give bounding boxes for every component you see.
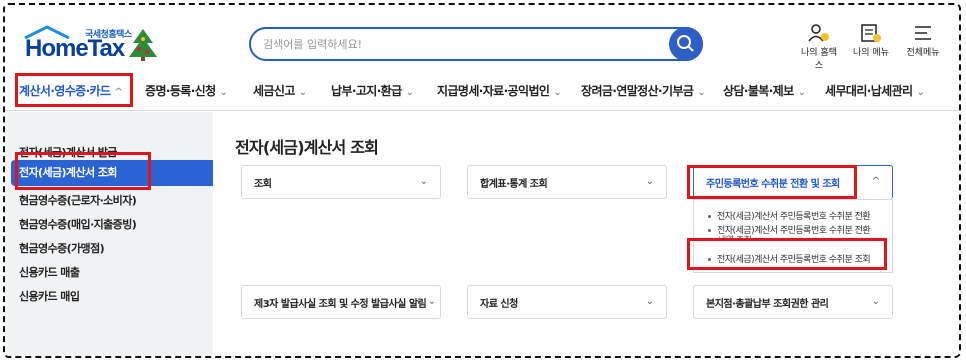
sidebar-item-cash-receipt-merchant[interactable]: 현금영수증(가맹점) (19, 240, 105, 256)
sidebar-item-cash-receipt-consumer[interactable]: 현금영수증(근로자·소비자) (19, 192, 137, 208)
sidebar-item-cash-receipt-expense[interactable]: 현금영수증(매입·지출증빙) (19, 216, 137, 232)
nav-item-payment[interactable]: 납부·고지·환급 ⌄ (331, 73, 414, 109)
my-menu-label: 나의 메뉴 (853, 48, 889, 58)
card-label: 조회 (254, 179, 272, 190)
main-nav: 계산서·영수증·카드 ^ 증명·등록·신청 ⌄ 세금신고 ⌄ 납부·고지·환급 ⌄ 지급… (5, 73, 959, 111)
dropdown-item-resident-number-inquiry[interactable]: 전자(세금)계산서 주민등록번호 수취분 조회 (708, 252, 871, 265)
nav-item-certificate[interactable]: 증명·등록·신청 ⌄ (145, 73, 228, 109)
sidebar-item-invoice-issue[interactable]: 전자(세금)계산서 발급 (19, 144, 117, 160)
my-menu-button[interactable]: 나의 메뉴 (851, 23, 891, 63)
nav-item-payment-statement[interactable]: 지급명세·자료·공익법인 ⌄ (437, 73, 562, 109)
chevron-up-icon: ^ (871, 176, 880, 187)
all-menu-label: 전체메뉴 (906, 48, 940, 58)
header: 국세청홈택스 HomeTax 검색어를 입력하세요! 나의 홈택스 나의 메뉴 … (5, 5, 959, 71)
chevron-down-icon: ⌄ (419, 176, 428, 187)
christmas-tree-icon (129, 29, 157, 61)
sidebar-item-card-sales[interactable]: 신용카드 매출 (19, 264, 80, 280)
search-button[interactable] (669, 27, 703, 61)
nav-item-incentive[interactable]: 장려금·연말정산·기부금 ⌄ (581, 73, 706, 109)
chevron-down-icon: ⌄ (405, 87, 414, 98)
dropdown-item-label: 전자(세금)계산서 주민등록번호 수취분 조회 (717, 255, 871, 265)
card-inquiry[interactable]: 조회 ⌄ (241, 165, 441, 199)
chevron-down-icon: ⌄ (645, 296, 654, 307)
bullet-icon (708, 258, 711, 261)
nav-label: 지급명세·자료·공익법인 (437, 84, 550, 98)
chevron-down-icon: ⌄ (697, 87, 706, 98)
page-title: 전자(세금)계산서 조회 (235, 138, 379, 157)
card-label: 제3자 발급사실 조회 및 수정 발급사실 알림 (254, 299, 427, 310)
nav-label: 세금신고 (253, 84, 295, 98)
card-branch-permission[interactable]: 본지점·총괄납부 조회권한 관리 ⌄ (693, 285, 893, 319)
person-home-icon (808, 24, 829, 42)
chevron-down-icon: ⌄ (797, 87, 806, 98)
sidebar-item-invoice-inquiry[interactable]: 전자(세금)계산서 조회 (11, 160, 213, 186)
nav-item-tax-agent[interactable]: 세무대리·납세관리 ⌄ (825, 73, 925, 109)
chevron-down-icon: ⌄ (219, 87, 228, 98)
sidebar-item-card-purchase[interactable]: 신용카드 매입 (19, 288, 80, 304)
card-label: 합계표·통계 조회 (480, 179, 548, 190)
nav-label: 계산서·영수증·카드 (19, 84, 111, 98)
hamburger-menu-icon (915, 26, 931, 40)
nav-label: 증명·등록·신청 (145, 84, 216, 98)
card-resident-number-conversion[interactable]: 주민등록번호 수취분 전환 및 조회 ^ (693, 165, 893, 199)
card-data-request[interactable]: 자료 신청 ⌄ (467, 285, 667, 319)
card-third-party-issuance[interactable]: 제3자 발급사실 조회 및 수정 발급사실 알림 ⌄ (241, 285, 441, 319)
search-bar[interactable] (249, 27, 703, 61)
nav-item-invoice-receipt-card[interactable]: 계산서·영수증·카드 ^ (19, 73, 123, 109)
my-menu-icon (861, 24, 881, 42)
nav-item-consulting[interactable]: 상담·불복·제보 ⌄ (723, 73, 806, 109)
chevron-down-icon: ⌄ (427, 296, 436, 307)
card-label: 본지점·총괄납부 조회권한 관리 (706, 299, 829, 310)
dropdown-panel: 전자(세금)계산서 주민등록번호 수취분 전환 전자(세금)계산서 주민등록번호… (693, 199, 893, 273)
header-icons: 나의 홈택스 나의 메뉴 전체메뉴 (799, 23, 943, 71)
chevron-down-icon: ⌄ (871, 296, 880, 307)
hometax-logo[interactable]: 국세청홈택스 HomeTax (19, 25, 159, 65)
card-label: 주민등록번호 수취분 전환 및 조회 (706, 179, 840, 190)
dropdown-item-conversion[interactable]: 전자(세금)계산서 주민등록번호 수취분 전환 (708, 209, 871, 222)
nav-label: 장려금·연말정산·기부금 (581, 84, 694, 98)
chevron-down-icon: ⌄ (553, 87, 562, 98)
dropdown-item-history-label: 내역 조회 (718, 236, 752, 241)
card-summary-statistics[interactable]: 합계표·통계 조회 ⌄ (467, 165, 667, 199)
chevron-down-icon: ⌄ (298, 87, 307, 98)
search-input[interactable] (263, 35, 663, 53)
chevron-down-icon: ⌄ (645, 176, 654, 187)
bullet-icon (708, 229, 711, 232)
nav-label: 세무대리·납세관리 (825, 84, 913, 98)
card-label: 자료 신청 (480, 299, 518, 310)
nav-label: 납부·고지·환급 (331, 84, 402, 98)
all-menu-button[interactable]: 전체메뉴 (903, 23, 943, 63)
my-hometax-label: 나의 홈택스 (801, 48, 837, 71)
screenshot-frame: 국세청홈택스 HomeTax 검색어를 입력하세요! 나의 홈택스 나의 메뉴 … (3, 3, 961, 358)
bullet-icon (708, 215, 711, 218)
my-hometax-button[interactable]: 나의 홈택스 (799, 23, 839, 71)
nav-label: 상담·불복·제보 (723, 84, 794, 98)
dropdown-item-label: 전자(세금)계산서 주민등록번호 수취분 전환 (717, 212, 871, 222)
chevron-up-icon: ^ (114, 87, 123, 98)
sidebar: 전자(세금)계산서 발급 전자(세금)계산서 조회 현금영수증(근로자·소비자)… (5, 112, 213, 356)
search-icon (677, 35, 694, 52)
logo-text: HomeTax (25, 35, 125, 62)
nav-item-tax-return[interactable]: 세금신고 ⌄ (253, 73, 307, 109)
chevron-down-icon: ⌄ (916, 87, 925, 98)
